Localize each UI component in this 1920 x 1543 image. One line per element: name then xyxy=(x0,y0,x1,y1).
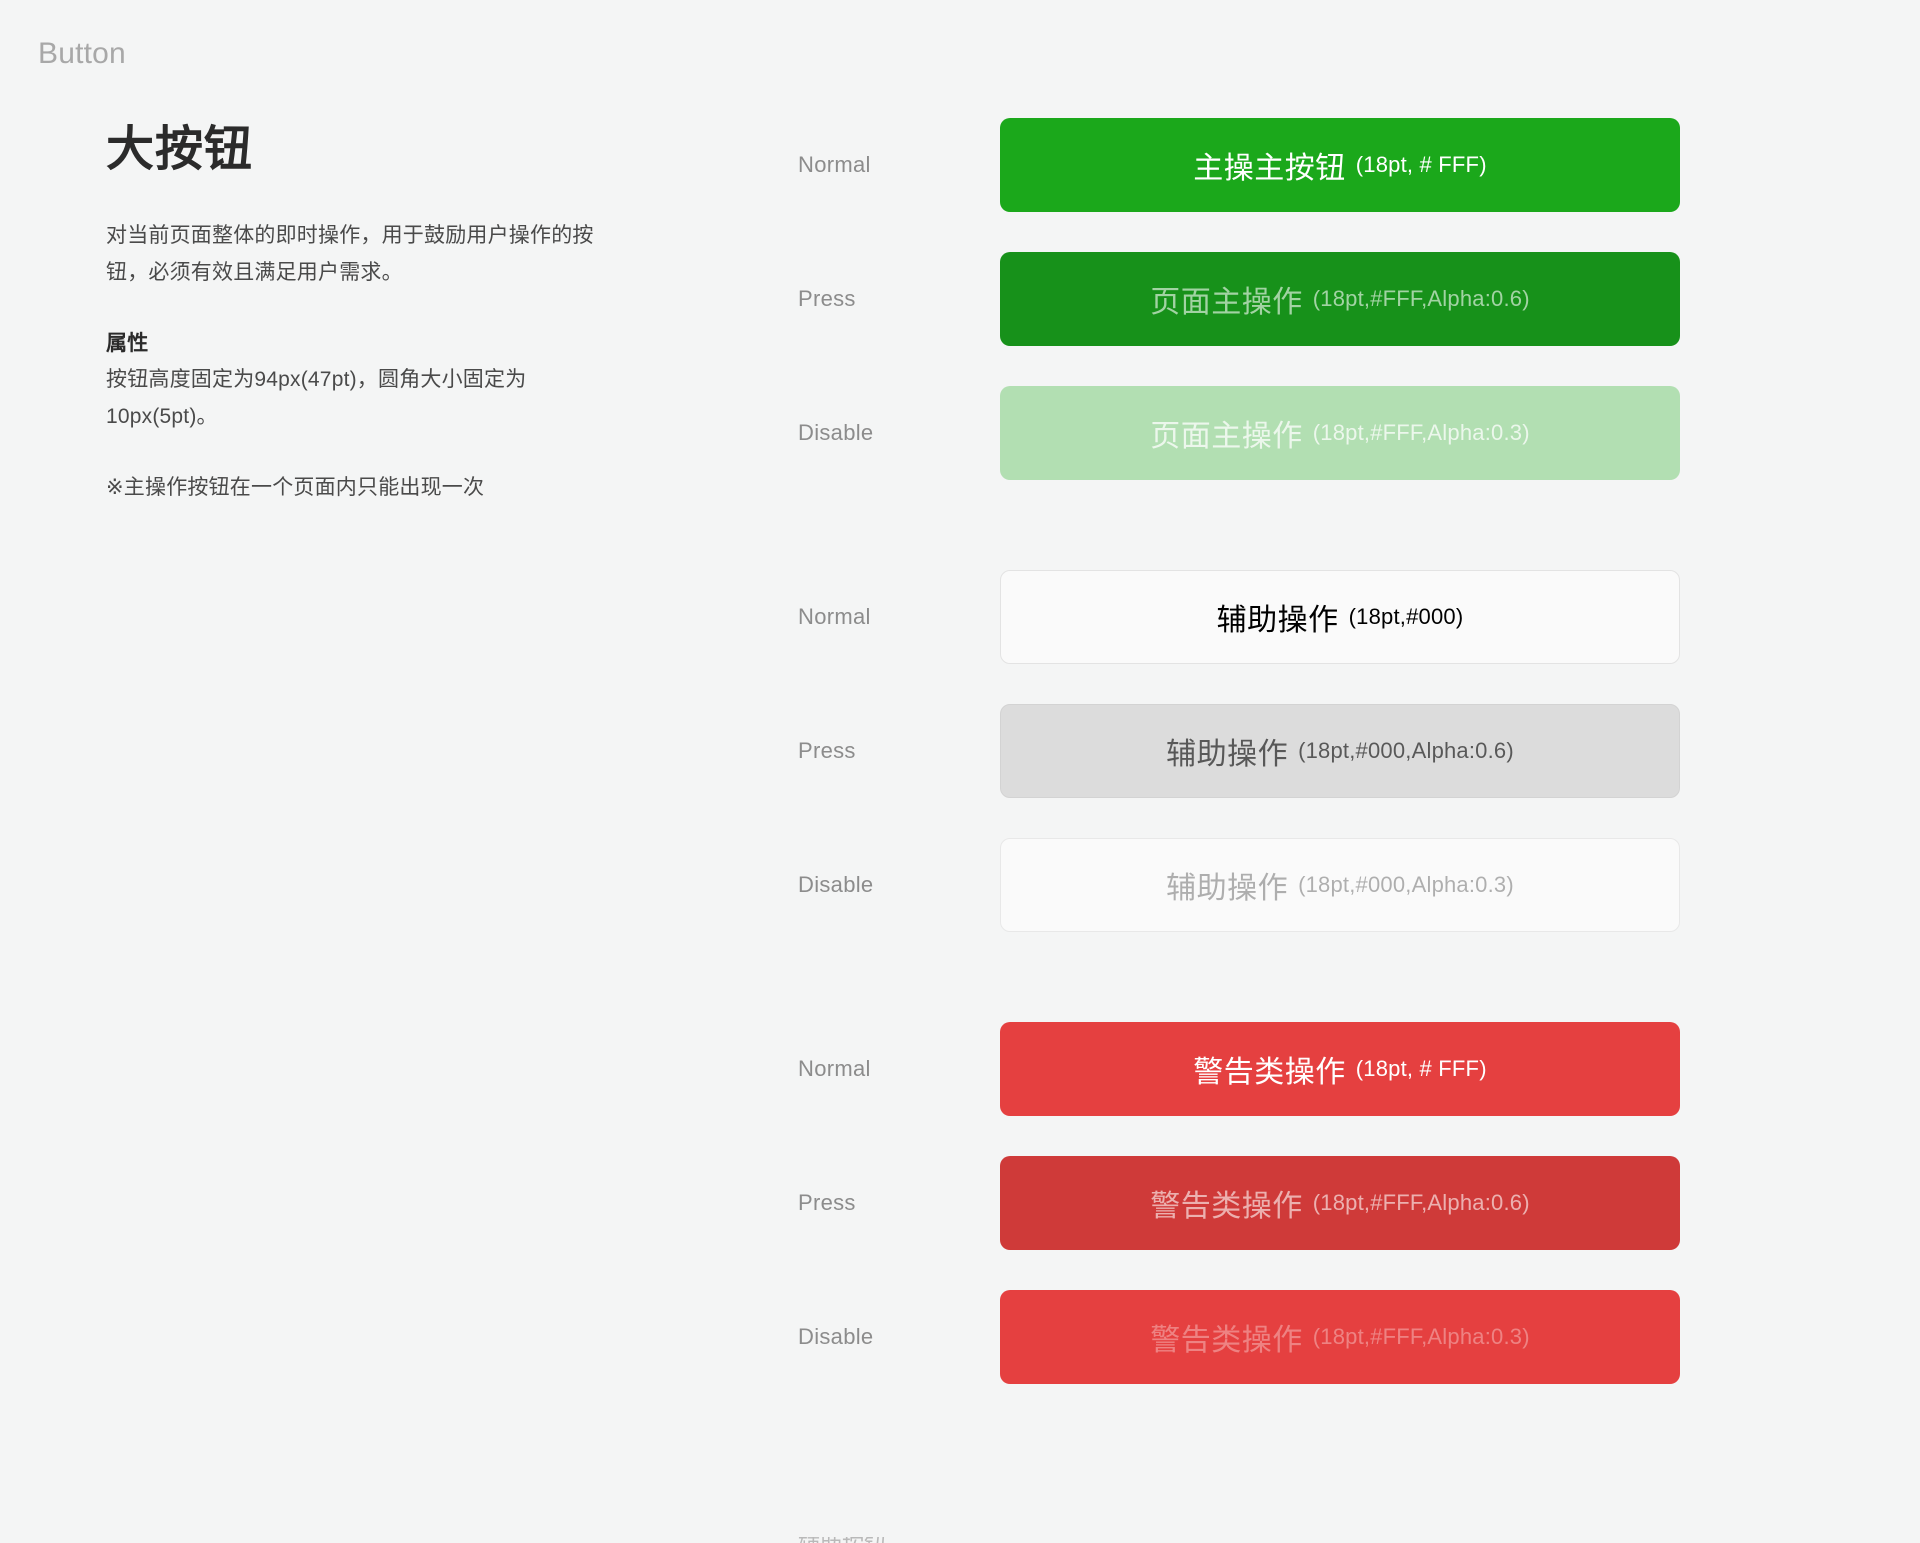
specimen-row: Normal 辅助操作 (18pt,#000) xyxy=(740,570,1800,664)
button-spec-page: Button 大按钮 对当前页面整体的即时操作，用于鼓励用户操作的按钮，必须有效… xyxy=(0,0,1920,1543)
warning-button-disable: 警告类操作 (18pt,#FFF,Alpha:0.3) xyxy=(1000,1290,1680,1384)
button-spec-annotation: (18pt,#000) xyxy=(1348,604,1464,629)
state-label-disable: Disable xyxy=(798,1324,874,1349)
attributes-text: 按钮高度固定为94px(47pt)，圆角大小固定为10px(5pt)。 xyxy=(106,368,527,428)
button-spec-annotation: (18pt,#FFF,Alpha:0.6) xyxy=(1312,286,1530,311)
primary-button-press[interactable]: 页面主操作 (18pt,#FFF,Alpha:0.6) xyxy=(1000,252,1680,346)
button-label: 主操主按钮 xyxy=(1193,152,1346,185)
specimen-row: Press 警告类操作 (18pt,#FFF,Alpha:0.6) xyxy=(740,1156,1800,1250)
specimen-row: Normal 主操主按钮 (18pt, # FFF) xyxy=(740,118,1800,212)
button-label: 警告类操作 xyxy=(1150,1324,1303,1357)
button-label: 辅助操作 xyxy=(1216,604,1339,637)
button-spec-annotation: (18pt,#000,Alpha:0.6) xyxy=(1298,738,1514,763)
specimen-row: Disable 警告类操作 (18pt,#FFF,Alpha:0.3) xyxy=(740,1290,1800,1384)
breadcrumb: Button xyxy=(38,37,126,70)
state-label-press: Press xyxy=(798,286,856,311)
secondary-button-normal[interactable]: 辅助操作 (18pt,#000) xyxy=(1000,570,1680,664)
button-spec-annotation: (18pt,#FFF,Alpha:0.3) xyxy=(1312,420,1530,445)
button-spec-annotation: (18pt,#FFF,Alpha:0.6) xyxy=(1312,1190,1530,1215)
state-label-normal: Normal xyxy=(798,152,871,177)
button-spec-annotation: (18pt,#000,Alpha:0.3) xyxy=(1298,872,1514,897)
specimen-group-warning: Normal 警告类操作 (18pt, # FFF) Press 警告类操作 (… xyxy=(740,1022,1800,1384)
specimen-row: Normal 警告类操作 (18pt, # FFF) xyxy=(740,1022,1800,1116)
state-label-normal: Normal xyxy=(798,1056,871,1081)
primary-button-disable: 页面主操作 (18pt,#FFF,Alpha:0.3) xyxy=(1000,386,1680,480)
clipped-next-section-label: 辅助按钮 xyxy=(740,1537,1440,1543)
button-label: 辅助操作 xyxy=(1166,738,1289,771)
button-label: 辅助操作 xyxy=(1166,872,1289,905)
specimen-row: Press 页面主操作 (18pt,#FFF,Alpha:0.6) xyxy=(740,252,1800,346)
button-spec-annotation: (18pt, # FFF) xyxy=(1355,1056,1487,1081)
button-spec-annotation: (18pt, # FFF) xyxy=(1355,152,1487,177)
specimen-row: Disable 页面主操作 (18pt,#FFF,Alpha:0.3) xyxy=(740,386,1800,480)
button-label: 警告类操作 xyxy=(1150,1190,1303,1223)
specimen-row: Disable 辅助操作 (18pt,#000,Alpha:0.3) xyxy=(740,838,1800,932)
warning-button-press[interactable]: 警告类操作 (18pt,#FFF,Alpha:0.6) xyxy=(1000,1156,1680,1250)
clipped-next-section: 辅助按钮 xyxy=(740,1537,1440,1543)
button-label: 页面主操作 xyxy=(1150,420,1303,453)
specimen-grid: Normal 主操主按钮 (18pt, # FFF) Press 页面主操作 (… xyxy=(740,118,1800,1384)
description-text: 对当前页面整体的即时操作，用于鼓励用户操作的按钮，必须有效且满足用户需求。 xyxy=(106,224,594,284)
button-spec-annotation: (18pt,#FFF,Alpha:0.3) xyxy=(1312,1324,1530,1349)
state-label-press: Press xyxy=(798,1190,856,1215)
specimen-row: Press 辅助操作 (18pt,#000,Alpha:0.6) xyxy=(740,704,1800,798)
state-label-disable: Disable xyxy=(798,420,874,445)
state-label-disable: Disable xyxy=(798,872,874,897)
button-label: 警告类操作 xyxy=(1193,1056,1346,1089)
documentation-column: 大按钮 对当前页面整体的即时操作，用于鼓励用户操作的按钮，必须有效且满足用户需求… xyxy=(106,120,626,507)
page-title: 大按钮 xyxy=(106,123,254,176)
state-label-press: Press xyxy=(798,738,856,763)
usage-note: ※主操作按钮在一个页面内只能出现一次 xyxy=(106,475,485,499)
primary-button-normal[interactable]: 主操主按钮 (18pt, # FFF) xyxy=(1000,118,1680,212)
secondary-button-disable: 辅助操作 (18pt,#000,Alpha:0.3) xyxy=(1000,838,1680,932)
state-label-normal: Normal xyxy=(798,604,871,629)
warning-button-normal[interactable]: 警告类操作 (18pt, # FFF) xyxy=(1000,1022,1680,1116)
specimen-group-secondary: Normal 辅助操作 (18pt,#000) Press 辅助操作 (18pt… xyxy=(740,570,1800,932)
secondary-button-press[interactable]: 辅助操作 (18pt,#000,Alpha:0.6) xyxy=(1000,704,1680,798)
button-label: 页面主操作 xyxy=(1150,286,1303,319)
specimen-group-primary: Normal 主操主按钮 (18pt, # FFF) Press 页面主操作 (… xyxy=(740,118,1800,480)
attributes-heading: 属性 xyxy=(106,331,149,355)
